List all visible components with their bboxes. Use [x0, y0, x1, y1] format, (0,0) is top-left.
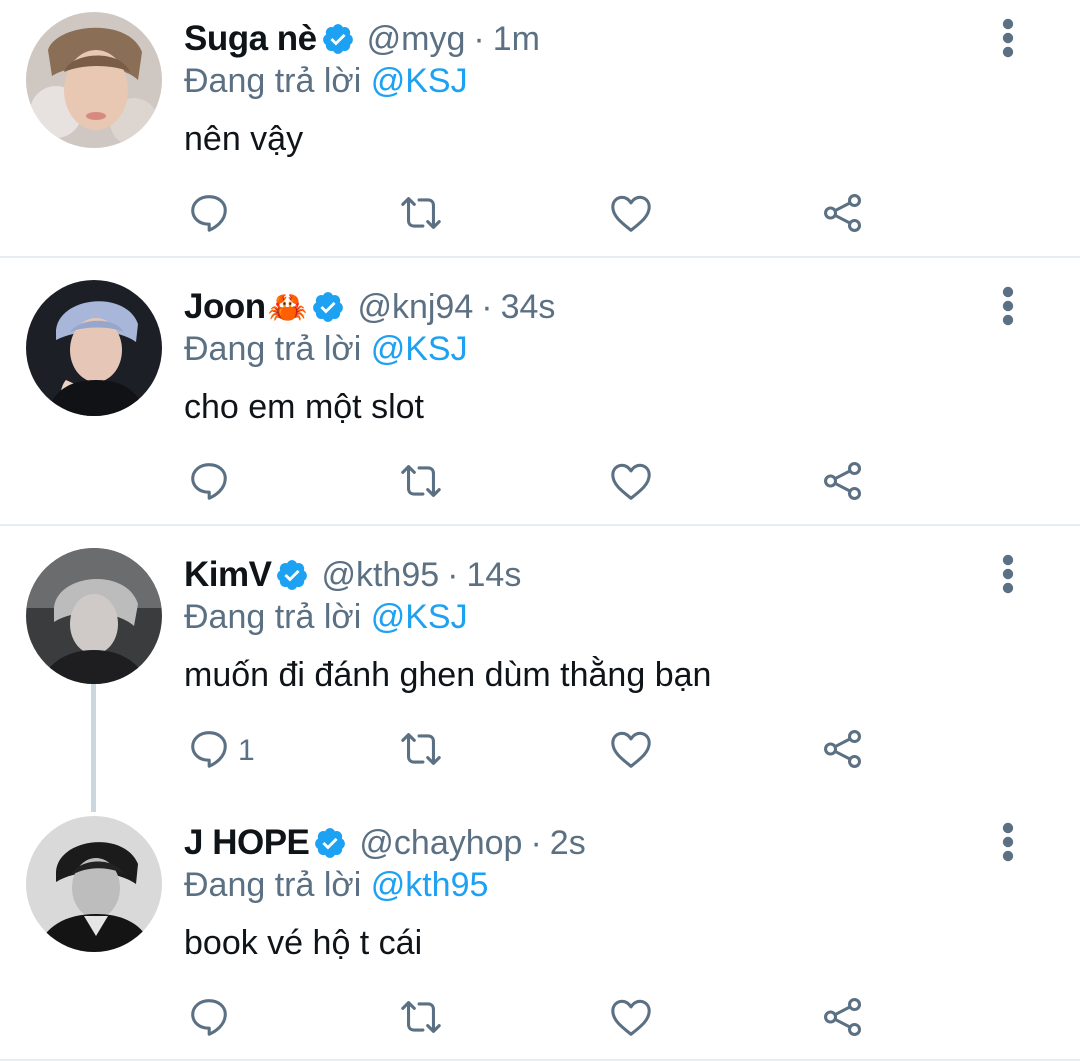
retweet-button[interactable] [398, 190, 444, 236]
replying-to: Đang trả lời @kth95 [184, 866, 488, 905]
avatar[interactable] [26, 548, 162, 684]
tweet-text: muốn đi đánh ghen dùm thằng bạn [184, 656, 712, 694]
share-icon [820, 726, 866, 772]
replying-to-label: Đang trả lời [184, 62, 362, 100]
more-vertical-icon[interactable] [994, 286, 1022, 326]
avatar[interactable] [26, 816, 162, 952]
username[interactable]: @chayhop [359, 824, 522, 863]
reply-icon [186, 726, 232, 772]
like-button[interactable] [608, 726, 654, 772]
separator: · [530, 823, 542, 862]
tweet-header: J HOPE @chayhop · 2s [184, 818, 586, 868]
display-name[interactable]: Joon [184, 287, 266, 327]
more-vertical-icon[interactable] [994, 822, 1022, 862]
share-button[interactable] [820, 458, 866, 504]
replying-to-label: Đang trả lời [184, 330, 362, 368]
separator: · [481, 287, 493, 326]
more-vertical-icon[interactable] [994, 554, 1022, 594]
replying-to-label: Đang trả lời [184, 866, 362, 904]
like-button[interactable] [608, 994, 654, 1040]
like-button[interactable] [608, 190, 654, 236]
tweet-header: Suga nè @myg · 1m [184, 14, 540, 64]
tweet[interactable]: J HOPE @chayhop · 2s Đang trả lời @kth95… [0, 794, 1080, 1061]
mention-link[interactable]: @kth95 [371, 866, 489, 904]
retweet-icon [398, 726, 444, 772]
display-name[interactable]: Suga nè [184, 19, 317, 59]
tweet-header: Joon 🦀 @knj94 · 34s [184, 282, 555, 332]
heart-icon [608, 458, 654, 504]
mention-link[interactable]: @KSJ [371, 598, 468, 636]
avatar[interactable] [26, 12, 162, 148]
tweet-text: book vé hộ t cái [184, 924, 423, 962]
tweet[interactable]: Suga nè @myg · 1m Đang trả lời @KSJ nên … [0, 0, 1080, 256]
reply-button[interactable] [186, 190, 232, 236]
username[interactable]: @knj94 [357, 288, 473, 327]
tweet-header: KimV @kth95 · 14s [184, 550, 521, 600]
mention-link[interactable]: @KSJ [371, 330, 468, 368]
timestamp[interactable]: 14s [467, 556, 522, 595]
share-icon [820, 994, 866, 1040]
crab-emoji: 🦀 [267, 289, 308, 325]
separator: · [447, 555, 459, 594]
reply-button[interactable] [186, 726, 232, 772]
reply-button[interactable] [186, 458, 232, 504]
reply-icon [186, 190, 232, 236]
avatar[interactable] [26, 280, 162, 416]
share-button[interactable] [820, 994, 866, 1040]
like-button[interactable] [608, 458, 654, 504]
replying-to: Đang trả lời @KSJ [184, 62, 468, 101]
tweet[interactable]: KimV @kth95 · 14s Đang trả lời @KSJ muốn… [0, 526, 1080, 794]
display-name[interactable]: J HOPE [184, 823, 310, 863]
verified-badge-icon [275, 558, 309, 592]
tweet[interactable]: Joon 🦀 @knj94 · 34s Đang trả lời @KSJ ch… [0, 258, 1080, 524]
retweet-icon [398, 190, 444, 236]
username[interactable]: @kth95 [321, 556, 439, 595]
retweet-button[interactable] [398, 726, 444, 772]
tweet-text: cho em một slot [184, 388, 424, 426]
more-vertical-icon[interactable] [994, 18, 1022, 58]
timestamp[interactable]: 1m [493, 20, 540, 59]
heart-icon [608, 190, 654, 236]
timestamp[interactable]: 2s [550, 824, 586, 863]
mention-link[interactable]: @KSJ [371, 62, 468, 100]
retweet-button[interactable] [398, 458, 444, 504]
username[interactable]: @myg [367, 20, 466, 59]
reply-icon [186, 458, 232, 504]
verified-badge-icon [321, 22, 355, 56]
retweet-icon [398, 994, 444, 1040]
reply-icon [186, 994, 232, 1040]
separator: · [473, 19, 485, 58]
retweet-button[interactable] [398, 994, 444, 1040]
heart-icon [608, 994, 654, 1040]
verified-badge-icon [313, 826, 347, 860]
timestamp[interactable]: 34s [501, 288, 556, 327]
retweet-icon [398, 458, 444, 504]
share-icon [820, 458, 866, 504]
reply-count: 1 [238, 734, 255, 767]
share-button[interactable] [820, 190, 866, 236]
display-name[interactable]: KimV [184, 555, 272, 595]
verified-badge-icon [311, 290, 345, 324]
replying-to: Đang trả lời @KSJ [184, 598, 468, 637]
heart-icon [608, 726, 654, 772]
replying-to-label: Đang trả lời [184, 598, 362, 636]
replying-to: Đang trả lời @KSJ [184, 330, 468, 369]
share-icon [820, 190, 866, 236]
share-button[interactable] [820, 726, 866, 772]
tweet-text: nên vậy [184, 120, 304, 158]
reply-button[interactable] [186, 994, 232, 1040]
